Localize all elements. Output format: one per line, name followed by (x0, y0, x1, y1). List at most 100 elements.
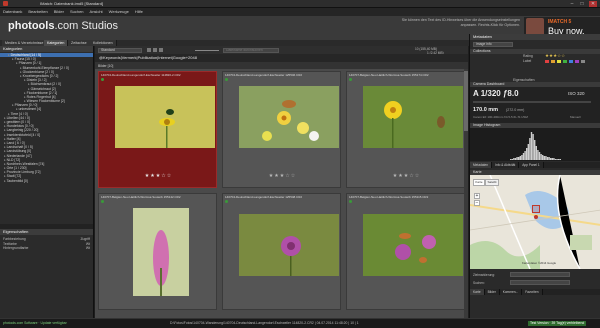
metadata-preset-select[interactable]: image info (473, 42, 513, 47)
label-color-swatch[interactable] (569, 59, 573, 63)
menu-item[interactable]: Hilfe (135, 8, 143, 16)
histogram-bar (516, 157, 518, 161)
label-color-swatch[interactable] (581, 59, 585, 63)
lens-info: Canon EF 100-400mm f/4.5-5.6L IS USM (473, 115, 528, 120)
label-color-swatch[interactable] (545, 59, 549, 63)
map-graphic (470, 175, 600, 270)
rating-label: Rating (523, 54, 533, 58)
view-select[interactable]: Standard (98, 47, 142, 53)
label-color-swatch[interactable] (575, 59, 579, 63)
map-nav-bar: Zielmarkierung: Suchen: (470, 269, 600, 290)
panel-tab[interactable]: Favoriten (522, 289, 543, 296)
focal-length: 170.0 mm (473, 107, 499, 114)
group-label: Bilder [10] (98, 63, 114, 68)
thumbnail-rating[interactable]: ★★★☆☆ (223, 173, 342, 179)
destination-field[interactable] (510, 272, 570, 278)
zoom-slider[interactable] (195, 49, 219, 51)
histogram (470, 128, 600, 162)
minimize-button[interactable]: – (568, 1, 576, 7)
thumbnail[interactable]: 140704-Deutschland-Langendorf-Eschweiler… (222, 193, 341, 310)
thumbnail-image (363, 214, 463, 276)
thumbnail[interactable]: 140707-Belgien-Neu Hattlich-Wormsa Soute… (98, 193, 217, 310)
filter-icon[interactable] (153, 48, 157, 52)
menu-item[interactable]: Bilder (54, 8, 64, 16)
sort-icon[interactable] (147, 48, 151, 52)
flags-label: Eigenschaften (513, 77, 535, 82)
panel-tab[interactable]: Metadaten (470, 162, 493, 169)
histogram-bar (522, 153, 525, 161)
search-input[interactable] (223, 47, 279, 53)
keyword-header: @Keywords|Vermerk|Publikation|Internet|G… (95, 54, 468, 62)
map-zoom-out-button[interactable]: − (474, 200, 480, 207)
property-key: Hintergrundfarbe (3, 246, 29, 250)
ad-brand: IMATCH 5 (548, 19, 572, 25)
histogram-bar (521, 155, 523, 161)
grid-scroll-thumb[interactable] (464, 71, 468, 131)
label-color-swatch[interactable] (563, 59, 567, 63)
menu-item[interactable]: Suchen (70, 8, 84, 16)
status-dot-icon (349, 200, 352, 203)
thumbnail-image (239, 214, 339, 276)
menu-bar: Datenbank Bearbeiten Bilder Suchen Ansicht We… (0, 8, 600, 16)
map-zoom-in-button[interactable]: + (474, 193, 480, 200)
tree-item[interactable]: ▸ Taubenbild [0] (0, 179, 93, 183)
map-type-map[interactable]: Karte (473, 179, 485, 187)
map-marker[interactable] (532, 205, 540, 214)
label-color-swatches[interactable] (545, 59, 585, 63)
panel-tab[interactable]: Karte (470, 289, 485, 296)
thumbnail-image (115, 86, 215, 148)
thumbnail-filename: 140707-Belgien-Neu Hattlich-Wormsa Soute… (349, 195, 429, 199)
close-button[interactable]: ✕ (589, 1, 597, 7)
group-header[interactable]: Bilder [10] (95, 62, 468, 69)
thumbnail-rating[interactable]: ★★★☆☆ (99, 173, 218, 179)
histogram-bar (511, 159, 513, 161)
status-trial[interactable]: Test Version · 39 Tag(e) verbleibend (528, 321, 587, 326)
menu-item[interactable]: Datenbank (3, 8, 22, 16)
histogram-bar (529, 138, 531, 161)
panel-tab[interactable]: App Panel 1 (519, 162, 544, 169)
thumbnail[interactable]: 140704-Deutschland-Langendorf-Eschweiler… (222, 71, 341, 188)
properties-empty-area (0, 251, 93, 319)
histogram-bar (534, 140, 536, 161)
search-label: Suchen: (473, 281, 485, 286)
swatch-grid-area (470, 64, 600, 78)
histogram-bar (548, 157, 550, 161)
status-dot-icon (225, 200, 228, 203)
thumbnail-filename: 140704-Deutschland-Langendorf-Eschweiler… (101, 73, 181, 77)
map-view[interactable]: Karte Satellit + − Kartendaten ©2014 Goo… (470, 175, 600, 270)
label-color-swatch[interactable] (557, 59, 561, 63)
menu-item[interactable]: Werkzeuge (109, 8, 129, 16)
focal-length-35mm: (272.0 mm) (506, 108, 525, 113)
histogram-bar (558, 159, 560, 161)
menu-item[interactable]: Bearbeiten (28, 8, 47, 16)
label-row: Label (470, 59, 600, 64)
thumbnail-filename: 140704-Deutschland-Langendorf-Eschweiler… (225, 195, 303, 199)
histogram-bar (514, 158, 517, 161)
panel-tab[interactable]: Bilder (484, 289, 500, 296)
status-dot-icon (349, 78, 352, 81)
histogram-bar (545, 156, 547, 161)
map-search-field[interactable] (510, 280, 570, 286)
status-left[interactable]: photools.com Software · Update verfügbar (3, 321, 67, 326)
thumbnail-rating[interactable]: ★★★☆☆ (347, 173, 466, 179)
group-icon[interactable] (159, 48, 163, 52)
histogram-bar (556, 159, 558, 161)
histogram-bar (554, 159, 557, 161)
category-tree: ▸ Deutschland [14 / 5] ▸ Fauna [15 / 0] ▸ … (0, 52, 93, 224)
window-title: IMatch: Datenbank.imd5 [Standard] (40, 1, 103, 6)
brand-suffix: .com Studios (54, 20, 119, 32)
grid-scrollbar[interactable] (464, 69, 468, 318)
panel-tab[interactable]: Info & Aktivität (492, 162, 520, 169)
thumbnail[interactable]: 140704-Deutschland-Langendorf-Eschweiler… (98, 71, 217, 188)
menu-item[interactable]: Ansicht (90, 8, 103, 16)
histogram-bar (546, 157, 549, 161)
thumbnail[interactable]: 140707-Belgien-Neu Hattlich-Wormsa Soute… (346, 193, 465, 310)
panel-tab[interactable]: Kommen... (499, 289, 523, 296)
thumbnail[interactable]: 140707-Belgien-Neu Hattlich-Wormsa Soute… (346, 71, 465, 188)
maximize-button[interactable]: □ (578, 1, 586, 7)
map-type-satellite[interactable]: Satellit (485, 179, 499, 187)
label-color-swatch[interactable] (551, 59, 555, 63)
exposure-scale (473, 101, 591, 104)
histogram-bar (518, 157, 520, 161)
thumbnail-filename: 140707-Belgien-Neu Hattlich-Wormsa Soute… (101, 195, 181, 199)
